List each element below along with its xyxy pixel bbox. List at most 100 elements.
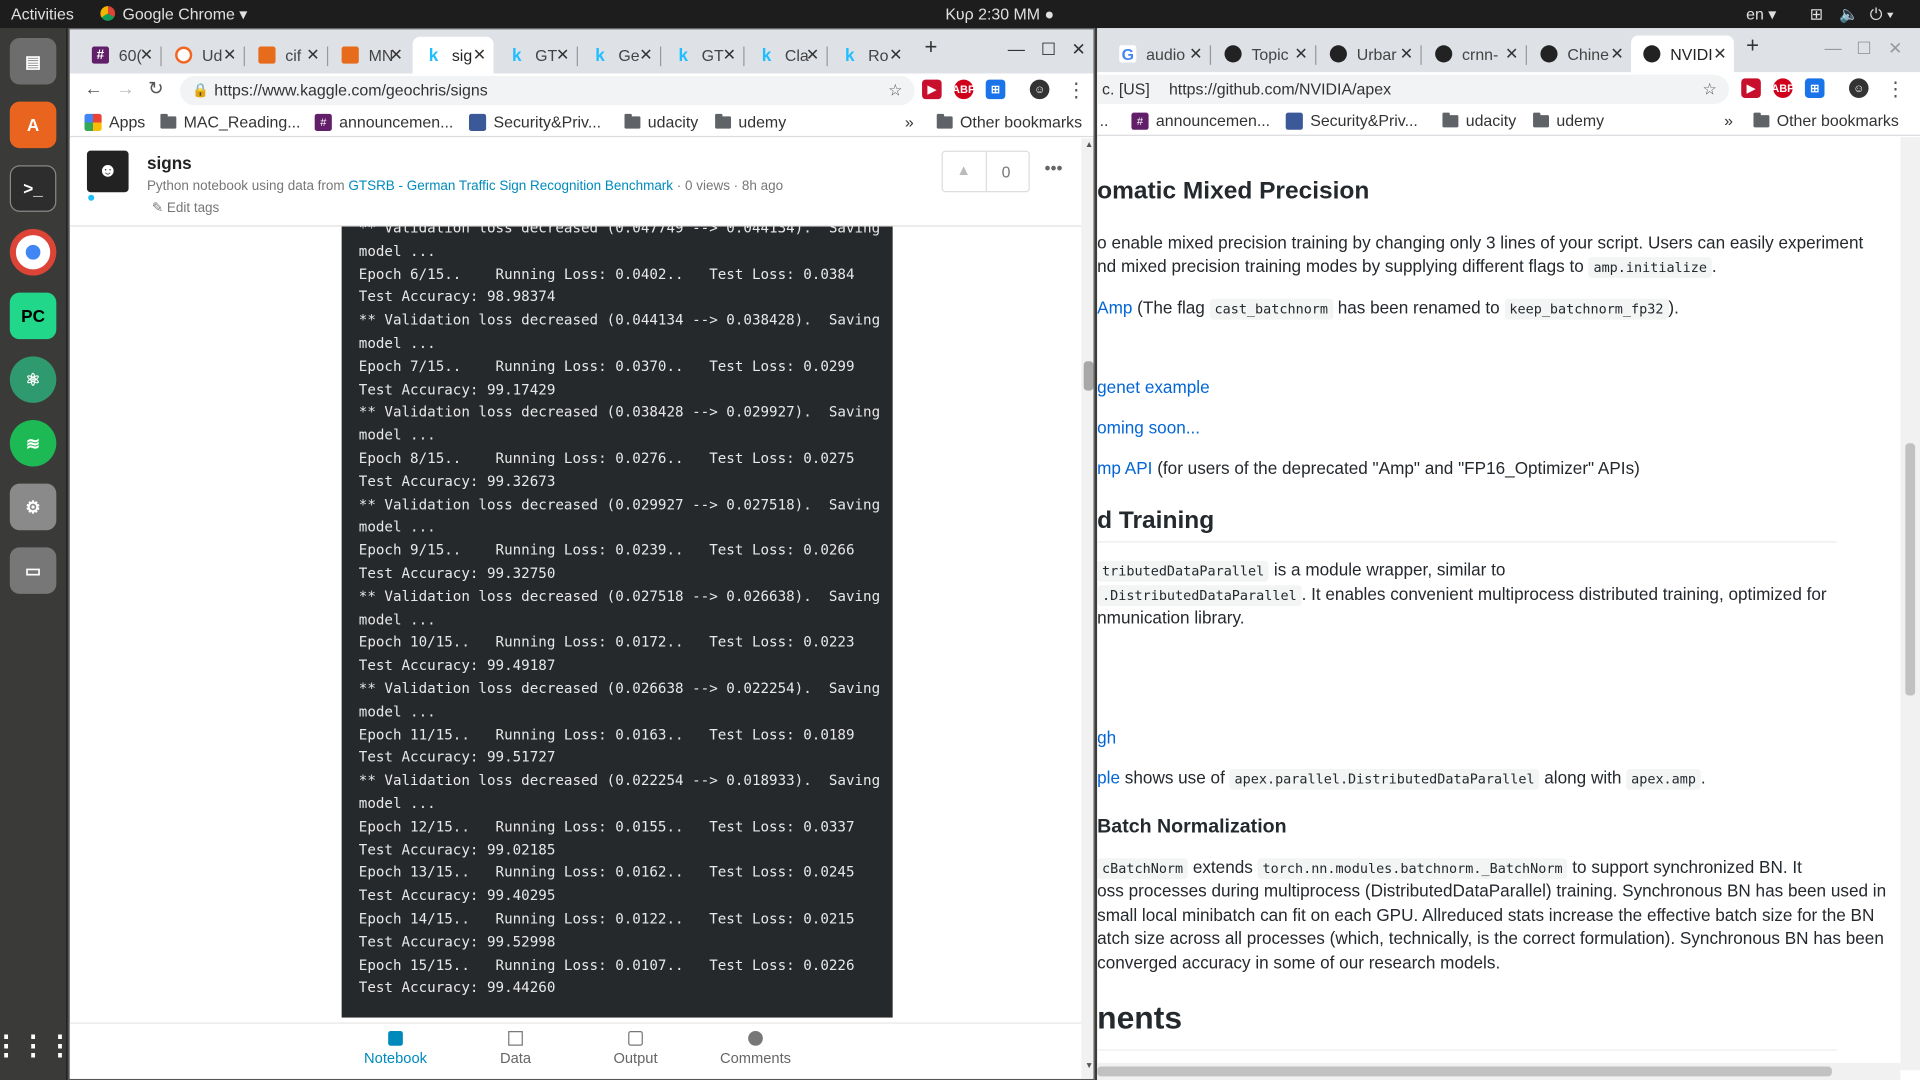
network-icon[interactable]: ⊞ xyxy=(1810,5,1823,25)
coming-soon-link[interactable]: oming soon... xyxy=(1097,418,1200,438)
bookmark-udacity[interactable]: udacity xyxy=(624,113,698,131)
forward-icon[interactable]: → xyxy=(116,78,134,99)
close-icon[interactable]: ✕ xyxy=(1610,44,1623,64)
extension-icon[interactable]: ⊞ xyxy=(1804,78,1825,98)
close-icon[interactable]: ✕ xyxy=(806,45,819,65)
avatar[interactable]: ☻ xyxy=(86,150,129,193)
bookmark-apps[interactable]: Apps xyxy=(84,113,145,131)
close-icon[interactable]: ✕ xyxy=(1294,44,1307,64)
bookmark-udemy[interactable]: udemy xyxy=(715,113,786,131)
bookmark-announcements[interactable]: # announcemen... xyxy=(1131,111,1270,130)
example-link[interactable]: ple xyxy=(1097,768,1120,788)
tab-chinese[interactable]: Chine ✕ xyxy=(1528,36,1631,73)
tab-comments[interactable]: Comments xyxy=(707,1031,805,1067)
reload-icon[interactable]: ↻ xyxy=(148,77,163,99)
other-bookmarks[interactable]: Other bookmarks xyxy=(936,113,1082,131)
activities-button[interactable]: Activities xyxy=(11,5,74,23)
page-scrollbar[interactable]: ▲ ▼ xyxy=(1081,138,1094,1079)
close-icon[interactable]: ✕ xyxy=(556,45,569,65)
tab-10[interactable]: k Ro ✕ xyxy=(829,37,910,74)
minimize-button[interactable]: — xyxy=(1008,39,1025,59)
close-window-button[interactable]: ✕ xyxy=(1071,39,1085,60)
more-options-icon[interactable]: ••• xyxy=(1044,158,1062,178)
tab-urban[interactable]: Urbar ✕ xyxy=(1318,36,1421,73)
scroll-down-icon[interactable]: ▼ xyxy=(1085,1062,1093,1071)
close-icon[interactable]: ✕ xyxy=(140,45,153,65)
scroll-up-icon[interactable]: ▲ xyxy=(1085,141,1093,150)
maximize-button[interactable]: ☐ xyxy=(1856,38,1871,59)
terminal-icon[interactable]: >_ xyxy=(9,165,57,212)
amp-api-link[interactable]: mp API xyxy=(1097,458,1152,478)
imagenet-link[interactable]: genet example xyxy=(1097,377,1209,397)
files-icon[interactable]: ▤ xyxy=(9,37,57,85)
menu-icon[interactable]: ⋮ xyxy=(1886,77,1906,101)
pycharm-icon[interactable]: PC xyxy=(9,292,57,340)
show-apps-icon[interactable]: ⋮⋮⋮ xyxy=(0,1022,73,1069)
tab-3[interactable]: cif ✕ xyxy=(246,37,327,74)
adblock-icon[interactable]: ABP xyxy=(1771,78,1795,98)
back-icon[interactable]: ← xyxy=(84,78,102,99)
profile-avatar[interactable]: ☺ xyxy=(1848,78,1869,98)
horizontal-scrollbar[interactable] xyxy=(1097,1062,1901,1080)
dataset-link[interactable]: GTSRB - German Traffic Sign Recognition … xyxy=(348,179,673,194)
app-menu[interactable]: Google Chrome ▾ xyxy=(122,5,247,25)
edit-tags[interactable]: ✎ Edit tags xyxy=(152,200,219,216)
bookmark-udemy[interactable]: udemy xyxy=(1533,111,1604,130)
close-window-button[interactable]: ✕ xyxy=(1888,38,1902,59)
gh-link[interactable]: gh xyxy=(1097,727,1116,747)
bookmark-announcements[interactable]: # announcemen... xyxy=(314,113,453,131)
tab-6[interactable]: k GT ✕ xyxy=(496,37,577,74)
close-icon[interactable]: ✕ xyxy=(1400,44,1413,64)
tab-1[interactable]: #60(✕ xyxy=(80,37,161,74)
more-bookmarks-icon[interactable]: » xyxy=(1724,111,1733,129)
close-icon[interactable]: ✕ xyxy=(639,45,652,65)
tab-data[interactable]: Data xyxy=(467,1031,565,1067)
volume-icon[interactable]: 🔈 xyxy=(1839,5,1859,25)
tab-notebook[interactable]: Notebook xyxy=(347,1031,445,1067)
software-center-icon[interactable]: A xyxy=(9,101,57,149)
profile-avatar[interactable]: ☺ xyxy=(1029,79,1050,100)
address-bar[interactable]: c. [US] https://github.com/NVIDIA/apex ☆ xyxy=(1097,74,1729,105)
bookmark-udacity[interactable]: udacity xyxy=(1442,111,1516,130)
disk-icon[interactable]: ▭ xyxy=(9,547,57,594)
security-chip[interactable]: c. [US] xyxy=(1102,80,1150,98)
close-icon[interactable]: ✕ xyxy=(390,45,403,65)
tab-9[interactable]: k Cla ✕ xyxy=(746,37,827,74)
close-icon[interactable]: ✕ xyxy=(473,45,486,65)
close-icon[interactable]: ✕ xyxy=(223,45,236,65)
more-bookmarks-icon[interactable]: » xyxy=(905,113,914,131)
tab-crnn[interactable]: crnn- ✕ xyxy=(1423,36,1526,73)
close-icon[interactable]: ✕ xyxy=(889,45,902,65)
close-icon[interactable]: ✕ xyxy=(306,45,319,65)
power-icon[interactable]: ⏻ ▾ xyxy=(1870,5,1894,25)
tab-output[interactable]: Output xyxy=(587,1031,685,1067)
tab-4[interactable]: MN ✕ xyxy=(329,37,410,74)
new-tab-button[interactable]: + xyxy=(924,34,937,60)
star-icon[interactable]: ☆ xyxy=(1702,75,1716,104)
minimize-button[interactable]: — xyxy=(1825,38,1842,58)
page-scrollbar[interactable] xyxy=(1900,137,1920,1071)
star-icon[interactable]: ☆ xyxy=(888,76,902,105)
settings-icon[interactable]: ⚙ xyxy=(9,483,57,531)
tab-2[interactable]: Ud ✕ xyxy=(163,37,244,74)
close-icon[interactable]: ✕ xyxy=(1505,44,1518,64)
scrollbar-thumb[interactable] xyxy=(1905,443,1916,696)
adblock-icon[interactable]: ABP xyxy=(952,79,975,100)
language-indicator[interactable]: en ▾ xyxy=(1746,5,1776,25)
upvote-icon[interactable]: ▲ xyxy=(956,162,971,179)
address-bar[interactable]: 🔒 https://www.kaggle.com/geochris/signs … xyxy=(180,75,915,106)
close-icon[interactable]: ✕ xyxy=(1189,44,1202,64)
tab-5-active[interactable]: k sig ✕ xyxy=(412,36,494,74)
tab-nvidia-active[interactable]: NVIDI ✕ xyxy=(1631,35,1734,73)
spotify-icon[interactable]: ≋ xyxy=(9,420,57,467)
horizontal-scrollbar-thumb[interactable] xyxy=(1097,1066,1832,1077)
tab-google[interactable]: Gaudio ✕ xyxy=(1107,36,1210,73)
chrome-dock-icon[interactable] xyxy=(9,228,57,276)
extension-icon[interactable]: ▶ xyxy=(922,79,942,100)
bookmark-mac-reading[interactable]: MAC_Reading... xyxy=(160,113,300,131)
tab-7[interactable]: k Ge ✕ xyxy=(579,37,660,74)
tab-8[interactable]: k GT ✕ xyxy=(662,37,743,74)
atom-icon[interactable]: ⚛ xyxy=(9,356,57,403)
other-bookmarks[interactable]: Other bookmarks xyxy=(1753,111,1899,130)
tab-topic[interactable]: Topic ✕ xyxy=(1212,36,1315,73)
